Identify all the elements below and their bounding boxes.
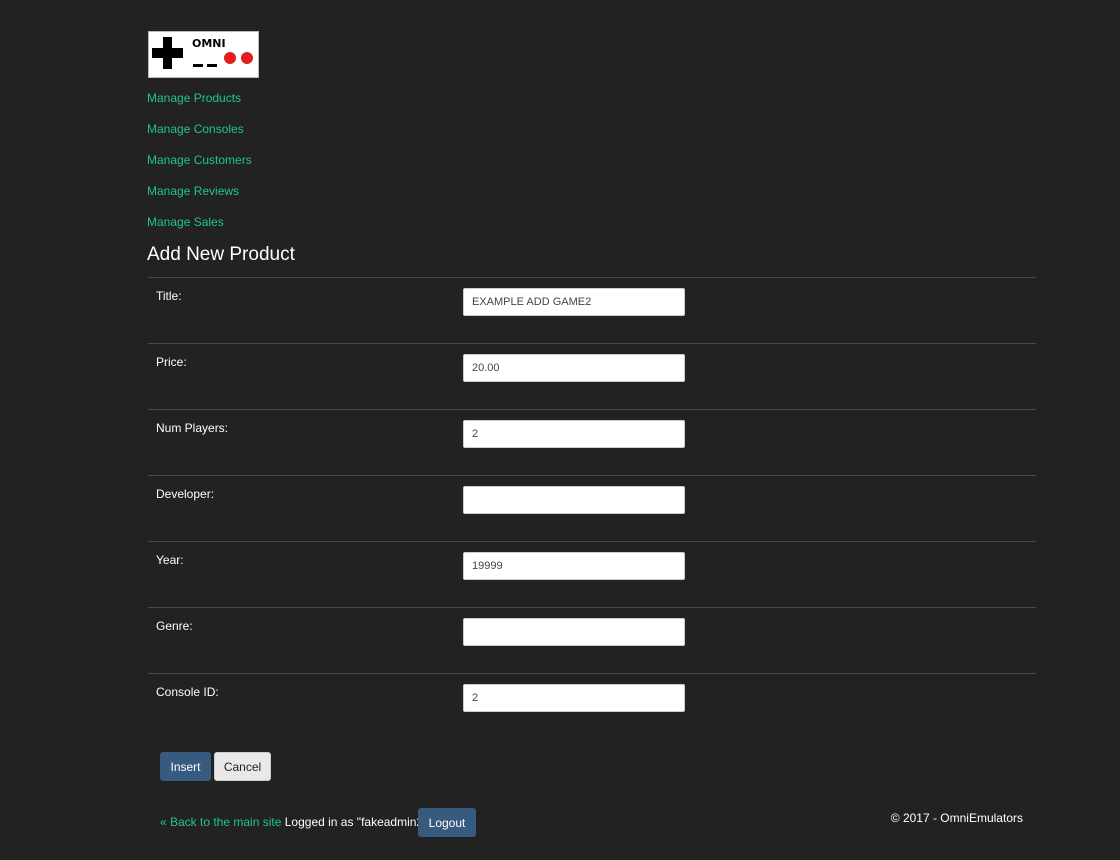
nav-item-consoles: Manage Consoles [147, 119, 252, 150]
admin-nav: Manage Products Manage Consoles Manage C… [147, 88, 252, 243]
nav-item-products: Manage Products [147, 88, 252, 119]
manage-products-link[interactable]: Manage Products [147, 91, 241, 105]
gamepad-logo-icon: OMNI [152, 37, 253, 69]
nav-item-reviews: Manage Reviews [147, 181, 252, 212]
form-row-num-players: Num Players: [148, 409, 1036, 475]
footer-left: « Back to the main site Logged in as "fa… [160, 815, 427, 829]
manage-sales-link[interactable]: Manage Sales [147, 215, 224, 229]
developer-label: Developer: [156, 487, 215, 501]
num-players-label: Num Players: [156, 421, 229, 435]
manage-reviews-link[interactable]: Manage Reviews [147, 184, 239, 198]
manage-customers-link[interactable]: Manage Customers [147, 153, 252, 167]
title-input[interactable] [463, 288, 685, 316]
form-row-year: Year: [148, 541, 1036, 607]
page-title: Add New Product [147, 244, 295, 265]
console-id-label: Console ID: [156, 685, 219, 699]
logged-in-status: Logged in as "fakeadmin2" [284, 815, 428, 829]
back-to-main-link[interactable]: « Back to the main site [160, 815, 281, 829]
form-row-developer: Developer: [148, 475, 1036, 541]
nav-item-customers: Manage Customers [147, 150, 252, 181]
year-input[interactable] [463, 552, 685, 580]
omni-logo[interactable]: OMNI [148, 31, 259, 78]
logout-button[interactable]: Logout [418, 808, 476, 837]
add-product-form: Title: Price: Num Players: Developer: Ye… [148, 277, 1036, 739]
price-label: Price: [156, 355, 187, 369]
title-label: Title: [156, 289, 182, 303]
logo-text: OMNI [192, 37, 226, 50]
cancel-button[interactable]: Cancel [214, 752, 271, 781]
genre-label: Genre: [156, 619, 193, 633]
copyright-text: © 2017 - OmniEmulators [890, 811, 1023, 825]
form-row-price: Price: [148, 343, 1036, 409]
page: OMNI Manage Products Manage Consoles Man… [0, 0, 1120, 860]
genre-input[interactable] [463, 618, 685, 646]
insert-button[interactable]: Insert [160, 752, 211, 781]
developer-input[interactable] [463, 486, 685, 514]
num-players-input[interactable] [463, 420, 685, 448]
year-label: Year: [156, 553, 184, 567]
manage-consoles-link[interactable]: Manage Consoles [147, 122, 244, 136]
form-row-genre: Genre: [148, 607, 1036, 673]
price-input[interactable] [463, 354, 685, 382]
nav-item-sales: Manage Sales [147, 212, 252, 243]
console-id-input[interactable] [463, 684, 685, 712]
form-row-title: Title: [148, 277, 1036, 343]
form-row-console-id: Console ID: [148, 673, 1036, 739]
